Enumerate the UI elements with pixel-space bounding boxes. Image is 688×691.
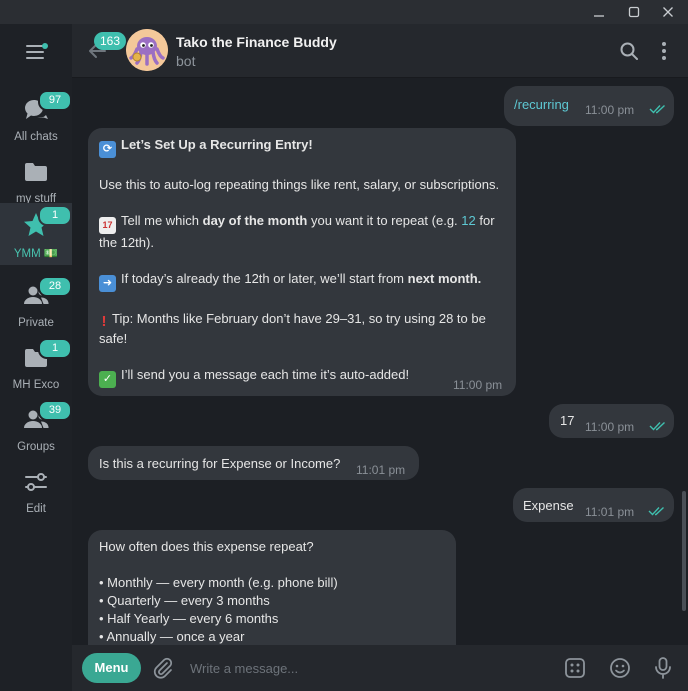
text-fragment: Tell me which: [121, 213, 203, 228]
text-fragment: If today’s already the 12th or later, we…: [121, 271, 408, 286]
read-ticks-icon: [648, 506, 664, 516]
outgoing-message[interactable]: /recurring 11:00 pm: [504, 86, 674, 126]
message-time: 11:00 pm: [453, 378, 503, 392]
composer-bar: Menu: [72, 645, 688, 691]
folder-ymm[interactable]: 1 YMM 💵: [0, 203, 72, 265]
message-list[interactable]: /recurring 11:00 pm ⟳ Let’s Set Up a Recu…: [72, 79, 688, 645]
message-time: 11:00 pm: [585, 420, 635, 434]
folder-edit[interactable]: Edit: [0, 460, 72, 522]
bold-fragment: day of the month: [202, 213, 308, 228]
command-link[interactable]: /recurring: [514, 96, 569, 114]
message-paragraph: ! Tip: Months like February don’t have 29…: [99, 310, 505, 348]
text-fragment: Tip: Months like February don’t have 29–…: [99, 311, 486, 346]
outgoing-message[interactable]: Expense 11:01 pm: [513, 488, 674, 522]
unread-badge: 28: [38, 276, 72, 297]
incoming-message[interactable]: Is this a recurring for Expense or Incom…: [88, 446, 419, 480]
folder-label: Private: [18, 317, 54, 329]
message-paragraph: Use this to auto-log repeating things li…: [99, 177, 500, 192]
number-link[interactable]: 12: [461, 213, 475, 228]
folders-sidebar: 97 All chats my stuff 1 YMM 💵 28 Private…: [0, 24, 72, 691]
message-time: 11:01 pm: [585, 505, 635, 519]
window-titlebar: [0, 0, 688, 24]
folder-label: MH Exco: [12, 379, 60, 391]
unread-count-badge: 163: [94, 32, 127, 50]
chat-scrollbar[interactable]: [682, 491, 686, 611]
folder-label: YMM 💵: [13, 248, 59, 260]
search-icon[interactable]: [618, 40, 640, 62]
message-text: Expense: [523, 498, 574, 513]
folder-mh-exco[interactable]: 1 MH Exco: [0, 336, 72, 398]
calendar-icon: 17: [99, 217, 116, 234]
read-ticks-icon: [649, 421, 665, 431]
message-text: 17: [560, 413, 575, 428]
folder-icon: [25, 163, 47, 181]
message-paragraph: 17 Tell me which day of the month you wan…: [99, 212, 505, 252]
folder-label: Groups: [17, 441, 55, 453]
minimize-icon[interactable]: [581, 0, 617, 24]
message-input[interactable]: [190, 655, 540, 681]
right-arrow-icon: ➜: [99, 275, 116, 292]
close-icon[interactable]: [650, 0, 686, 24]
folder-label: Edit: [26, 503, 46, 515]
text-fragment: I’ll send you a message each time it’s a…: [121, 367, 410, 382]
emoji-icon[interactable]: [608, 656, 632, 680]
folder-label: All chats: [14, 131, 58, 143]
paperclip-icon[interactable]: [152, 657, 174, 679]
list-item: • Monthly — every month (e.g. phone bill…: [99, 575, 338, 590]
edit-sliders-icon: [25, 473, 47, 491]
incoming-message[interactable]: ⟳ Let’s Set Up a Recurring Entry! Use thi…: [88, 128, 516, 396]
folder-all-chats[interactable]: 97 All chats: [0, 88, 72, 150]
message-time: 11:00 pm: [585, 103, 635, 117]
chat-header: 163 Tako the Finance Buddy bot: [72, 24, 688, 78]
maximize-icon[interactable]: [616, 0, 652, 24]
message-text: Is this a recurring for Expense or Incom…: [99, 456, 341, 471]
outgoing-message[interactable]: 17 11:00 pm: [549, 404, 674, 438]
check-mark-icon: ✓: [99, 371, 116, 388]
bot-avatar[interactable]: [126, 29, 168, 71]
message-title-row: ⟳ Let’s Set Up a Recurring Entry!: [99, 136, 505, 158]
unread-badge: 1: [38, 205, 72, 226]
message-time: 11:01 pm: [356, 463, 406, 477]
folder-private[interactable]: 28 Private: [0, 274, 72, 336]
message-title: How often does this expense repeat?: [99, 539, 314, 554]
incoming-message[interactable]: How often does this expense repeat? • Mo…: [88, 530, 456, 645]
list-item: • Quarterly — every 3 months: [99, 593, 270, 608]
unread-badge: 1: [38, 338, 72, 359]
bot-menu-button[interactable]: Menu: [82, 653, 141, 683]
message-paragraph: ✓ I’ll send you a message each time it’s …: [99, 366, 505, 388]
more-vertical-icon[interactable]: [653, 40, 675, 62]
hamburger-icon[interactable]: [18, 38, 54, 66]
octopus-avatar-icon: [126, 29, 168, 71]
list-item: • Annually — once a year: [99, 629, 245, 644]
repeat-icon: ⟳: [99, 141, 116, 158]
bold-fragment: next month.: [407, 271, 482, 286]
unread-badge: 97: [38, 90, 72, 111]
bot-commands-icon[interactable]: [563, 656, 587, 680]
microphone-icon[interactable]: [651, 656, 675, 680]
read-ticks-icon: [649, 104, 665, 114]
text-fragment: you want it to repeat (e.g.: [307, 213, 462, 228]
exclamation-icon: !: [101, 313, 107, 330]
chat-title[interactable]: Tako the Finance Buddy: [176, 34, 337, 50]
unread-badge: 39: [38, 400, 72, 421]
folder-groups[interactable]: 39 Groups: [0, 398, 72, 460]
message-paragraph: ➜ If today’s already the 12th or later, w…: [99, 270, 505, 292]
list-item: • Half Yearly — every 6 months: [99, 611, 279, 626]
chat-subtitle: bot: [176, 53, 196, 69]
message-title: Let’s Set Up a Recurring Entry!: [121, 137, 313, 152]
